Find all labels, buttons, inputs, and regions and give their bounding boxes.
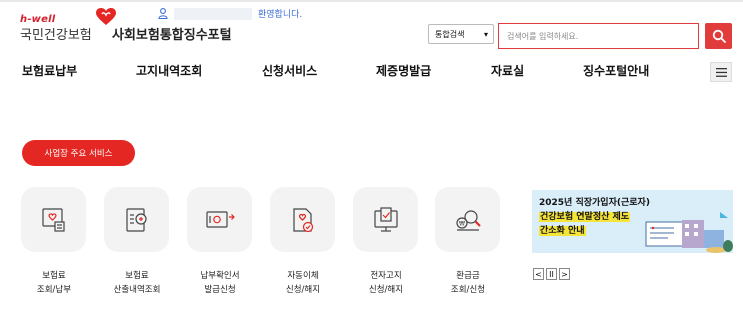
user-name-redacted xyxy=(174,7,252,20)
search-input[interactable]: 검색어를 입력하세요. xyxy=(498,23,699,49)
tile-label-calculation-history: 보험료 산출내역조회 xyxy=(113,271,161,295)
hamburger-menu-button[interactable] xyxy=(710,62,732,82)
year-end-tax-banner[interactable]: 2025년 직장가입자(근로자) 건강보험 연말정산 제도 간소화 안내 xyxy=(532,190,733,253)
e-notice-icon xyxy=(373,206,398,232)
welcome-text: 환영합니다. xyxy=(258,10,303,20)
top-border xyxy=(0,0,743,2)
tile-label-refund: 환급금 조회/신청 xyxy=(450,271,486,295)
banner-pause-button[interactable]: II xyxy=(546,268,557,280)
site-title: 사회보험통합징수포털 xyxy=(112,28,232,43)
nhis-logo[interactable]: h-well 국민건강보험 xyxy=(20,8,116,43)
hamburger-icon xyxy=(715,67,727,77)
main-nav: 보험료납부 고지내역조회 신청서비스 제증명발급 자료실 징수포털안내 xyxy=(0,62,743,82)
search-scope-value: 통합검색 xyxy=(435,29,465,39)
chevron-down-icon: ▾ xyxy=(483,30,488,39)
banner-line-3: 간소화 안내 xyxy=(539,226,586,236)
tile-label-premium-inquiry: 보험료 조회/납부 xyxy=(36,271,72,295)
calculation-list-icon xyxy=(125,207,147,232)
heart-document-icon xyxy=(41,207,65,232)
building-illustration-icon xyxy=(645,212,733,253)
tile-auto-transfer[interactable] xyxy=(270,187,335,252)
nav-item-portal-guide[interactable]: 징수포털안내 xyxy=(583,62,649,79)
nav-item-premium-payment[interactable]: 보험료납부 xyxy=(22,62,77,79)
tile-e-notice[interactable] xyxy=(353,187,418,252)
banner-line-2: 건강보험 연말정산 제도 xyxy=(539,212,631,222)
logo-name-text: 국민건강보험 xyxy=(20,28,92,43)
nav-item-certificate-issue[interactable]: 제증명발급 xyxy=(376,62,431,79)
tile-label-auto-transfer: 자동이체 신청/해지 xyxy=(285,271,321,295)
search-scope-select[interactable]: 통합검색 ▾ xyxy=(428,24,494,44)
tile-label-payment-certificate: 납부확인서 발급신청 xyxy=(200,271,240,295)
tile-refund[interactable]: ₩ xyxy=(435,187,500,252)
nav-item-notice-inquiry[interactable]: 고지내역조회 xyxy=(136,62,202,79)
user-icon xyxy=(158,8,168,19)
tile-payment-certificate[interactable] xyxy=(187,187,252,252)
tile-premium-inquiry[interactable] xyxy=(21,187,86,252)
banner-slider-controls: < II > xyxy=(533,268,572,280)
auto-transfer-icon xyxy=(292,207,313,232)
search-icon xyxy=(712,29,726,43)
nav-item-resources[interactable]: 자료실 xyxy=(491,62,524,79)
tile-label-e-notice: 전자고지 신청/해지 xyxy=(368,271,404,295)
business-services-button[interactable]: 사업장 주요 서비스 xyxy=(22,140,135,166)
banner-next-button[interactable]: > xyxy=(559,268,570,280)
nav-item-application-service[interactable]: 신청서비스 xyxy=(262,62,317,79)
search-button[interactable] xyxy=(705,23,732,49)
tile-calculation-history[interactable] xyxy=(104,187,169,252)
user-info: 환영합니다. xyxy=(158,7,302,20)
banner-prev-button[interactable]: < xyxy=(533,268,544,280)
svg-text:₩: ₩ xyxy=(459,220,465,227)
payment-certificate-icon xyxy=(205,210,235,228)
refund-search-icon: ₩ xyxy=(455,209,481,231)
search-placeholder: 검색어를 입력하세요. xyxy=(507,31,579,41)
banner-line-1: 2025년 직장가입자(근로자) xyxy=(539,198,650,208)
